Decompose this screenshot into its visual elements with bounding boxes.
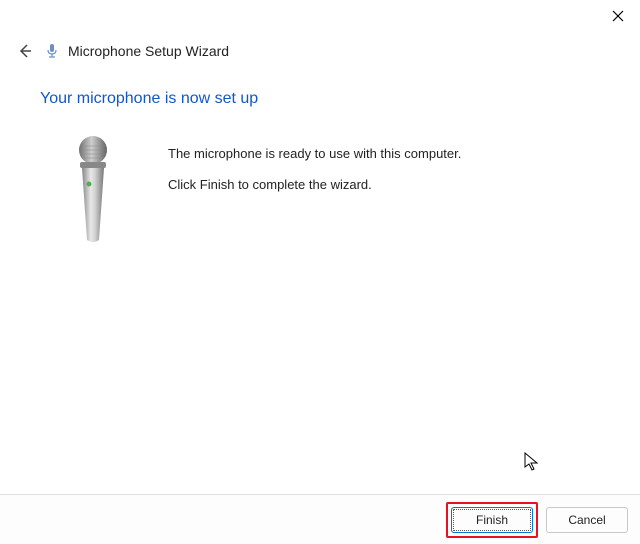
- wizard-title: Microphone Setup Wizard: [68, 43, 229, 59]
- body-text: The microphone is ready to use with this…: [168, 136, 461, 208]
- microphone-large-icon: [68, 136, 118, 246]
- mouse-cursor-icon: [524, 452, 540, 477]
- wizard-header: Microphone Setup Wizard: [14, 40, 229, 62]
- microphone-small-icon: [44, 43, 60, 59]
- page-heading: Your microphone is now set up: [40, 90, 610, 108]
- back-button[interactable]: [14, 40, 36, 62]
- back-arrow-icon: [17, 43, 33, 59]
- cancel-button[interactable]: Cancel: [546, 507, 628, 533]
- finish-highlight-box: Finish: [446, 502, 538, 538]
- body-line-1: The microphone is ready to use with this…: [168, 146, 461, 161]
- close-icon: [612, 10, 624, 22]
- close-button[interactable]: [608, 6, 628, 26]
- wizard-footer: Finish Cancel: [0, 494, 640, 544]
- content-area: Your microphone is now set up: [40, 90, 610, 246]
- body-line-2: Click Finish to complete the wizard.: [168, 177, 461, 192]
- finish-button[interactable]: Finish: [451, 507, 533, 533]
